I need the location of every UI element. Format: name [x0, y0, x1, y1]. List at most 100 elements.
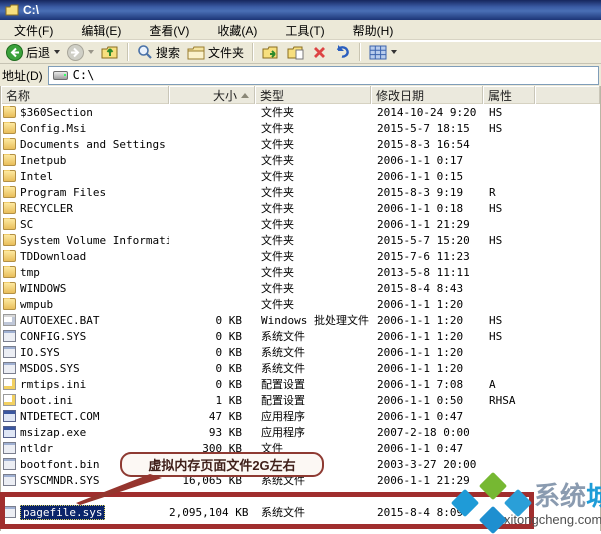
file-row[interactable]: boot.ini 1 KB 配置设置 2006-1-1 0:50 RHSA [1, 392, 600, 408]
annotation-text: 虚拟内存页面文件2G左右 [148, 458, 296, 473]
file-row[interactable]: rmtips.ini 0 KB 配置设置 2006-1-1 7:08 A [1, 376, 600, 392]
file-name: wmpub [20, 297, 54, 311]
file-row[interactable]: Config.Msi 文件夹 2015-5-7 18:15 HS [1, 120, 600, 136]
file-type: 文件夹 [261, 218, 294, 231]
file-size: 47 KB [208, 409, 242, 423]
file-name: NTDETECT.COM [20, 409, 100, 423]
file-type: 文件夹 [261, 298, 294, 311]
file-name: msizap.exe [20, 425, 87, 439]
column-header-type[interactable]: 类型 [255, 86, 371, 104]
file-row[interactable]: Program Files 文件夹 2015-8-3 9:19 R [1, 184, 600, 200]
file-row[interactable]: tmp 文件夹 2013-5-8 11:11 [1, 264, 600, 280]
copy-to-button[interactable] [284, 44, 308, 61]
search-icon [138, 45, 152, 59]
file-row[interactable]: Documents and Settings 文件夹 2015-8-3 16:5… [1, 136, 600, 152]
file-icon [3, 346, 16, 358]
undo-button[interactable] [331, 43, 354, 61]
menu-file[interactable]: 文件(F) [0, 19, 67, 42]
menu-tools[interactable]: 工具(T) [271, 19, 338, 42]
file-type: 文件夹 [261, 202, 294, 215]
file-icon [3, 105, 16, 118]
menu-bar: 文件(F) 编辑(E) 查看(V) 收藏(A) 工具(T) 帮助(H) [0, 20, 601, 41]
file-row[interactable]: AUTOEXEC.BAT 0 KB Windows 批处理文件 2006-1-1… [1, 312, 600, 328]
back-label: 后退 [26, 45, 51, 60]
copy-to-icon [287, 46, 304, 59]
file-type: 系统文件 [261, 346, 305, 359]
menu-help[interactable]: 帮助(H) [339, 19, 408, 42]
file-name: IO.SYS [20, 345, 60, 359]
file-row[interactable]: msizap.exe 93 KB 应用程序 2007-2-18 0:00 [1, 424, 600, 440]
views-caret[interactable] [391, 50, 398, 54]
file-row[interactable]: CONFIG.SYS 0 KB 系统文件 2006-1-1 1:20 HS [1, 328, 600, 344]
file-modified-date: 2006-1-1 1:20 [377, 329, 464, 343]
file-icon [3, 201, 16, 214]
delete-button[interactable] [309, 44, 330, 61]
file-type: 文件夹 [261, 282, 294, 295]
file-name: WINDOWS [20, 281, 67, 295]
menu-view[interactable]: 查看(V) [135, 19, 203, 42]
up-button[interactable] [98, 43, 122, 61]
file-row[interactable]: System Volume Information 文件夹 2015-5-7 1… [1, 232, 600, 248]
file-row[interactable]: $360Section 文件夹 2014-10-24 9:20 HS [1, 104, 600, 120]
watermark-diamond-green-icon [478, 471, 508, 501]
file-type: 系统文件 [261, 362, 305, 375]
undo-icon [336, 45, 349, 58]
file-row[interactable]: NTDETECT.COM 47 KB 应用程序 2006-1-1 0:47 [1, 408, 600, 424]
file-modified-date: 2006-1-1 7:08 [377, 377, 464, 391]
file-row[interactable]: Inetpub 文件夹 2006-1-1 0:17 [1, 152, 600, 168]
file-row[interactable]: wmpub 文件夹 2006-1-1 1:20 [1, 296, 600, 312]
toolbar-separator [127, 43, 130, 61]
file-name: MSDOS.SYS [20, 361, 80, 375]
views-button[interactable] [366, 44, 400, 61]
forward-button[interactable] [64, 43, 97, 62]
back-history-caret[interactable] [54, 50, 61, 54]
watermark: 系统城 xitongcheng.com [441, 471, 601, 534]
back-button[interactable]: 后退 [3, 43, 63, 62]
file-type: 文件夹 [261, 122, 294, 135]
column-header-name[interactable]: 名称 [1, 86, 169, 104]
column-header-modified[interactable]: 修改日期 [371, 86, 483, 104]
file-name: SC [20, 217, 34, 231]
move-to-button[interactable] [259, 44, 283, 61]
menu-favorites[interactable]: 收藏(A) [203, 19, 271, 42]
file-row[interactable]: WINDOWS 文件夹 2015-8-4 8:43 [1, 280, 600, 296]
file-row[interactable]: Intel 文件夹 2006-1-1 0:15 [1, 168, 600, 184]
file-name: $360Section [20, 105, 93, 119]
file-icon [3, 458, 16, 470]
file-type: 应用程序 [261, 410, 305, 423]
file-attributes: RHSA [489, 393, 516, 407]
file-size: 0 KB [215, 361, 243, 375]
column-header-attributes[interactable]: 属性 [483, 86, 535, 104]
file-modified-date: 2006-1-1 0:50 [377, 393, 464, 407]
file-type: 文件夹 [261, 186, 294, 199]
column-header-size[interactable]: 大小 [169, 86, 255, 104]
file-row[interactable]: IO.SYS 0 KB 系统文件 2006-1-1 1:20 [1, 344, 600, 360]
menu-edit[interactable]: 编辑(E) [67, 19, 135, 42]
file-row[interactable]: TDDownload 文件夹 2015-7-6 11:23 [1, 248, 600, 264]
search-button[interactable]: 搜索 [134, 43, 183, 62]
toolbar: 后退 搜索 文件夹 [0, 41, 601, 64]
file-attributes: R [489, 185, 496, 199]
file-type: 配置设置 [261, 378, 305, 391]
file-icon [3, 442, 16, 454]
file-icon [3, 121, 16, 134]
file-modified-date: 2006-1-1 0:47 [377, 441, 464, 455]
file-modified-date: 2006-1-1 0:47 [377, 409, 464, 423]
file-type: Windows 批处理文件 [261, 314, 369, 327]
file-row[interactable]: MSDOS.SYS 0 KB 系统文件 2006-1-1 1:20 [1, 360, 600, 376]
file-modified-date: 2015-7-6 11:23 [377, 249, 470, 263]
file-type: 文件夹 [261, 250, 294, 263]
address-combo[interactable]: C:\ [47, 65, 599, 85]
folders-label: 文件夹 [208, 45, 245, 60]
file-name: rmtips.ini [20, 377, 87, 391]
file-size: 93 KB [208, 425, 242, 439]
drive-icon [52, 70, 68, 80]
forward-icon [67, 43, 85, 61]
file-row[interactable]: SC 文件夹 2006-1-1 21:29 [1, 216, 600, 232]
file-name: RECYCLER [20, 201, 73, 215]
file-name: AUTOEXEC.BAT [20, 313, 100, 327]
file-row[interactable]: RECYCLER 文件夹 2006-1-1 0:18 HS [1, 200, 600, 216]
forward-history-caret[interactable] [88, 50, 95, 54]
folders-button[interactable]: 文件夹 [184, 43, 247, 62]
column-header-filler [535, 86, 600, 104]
